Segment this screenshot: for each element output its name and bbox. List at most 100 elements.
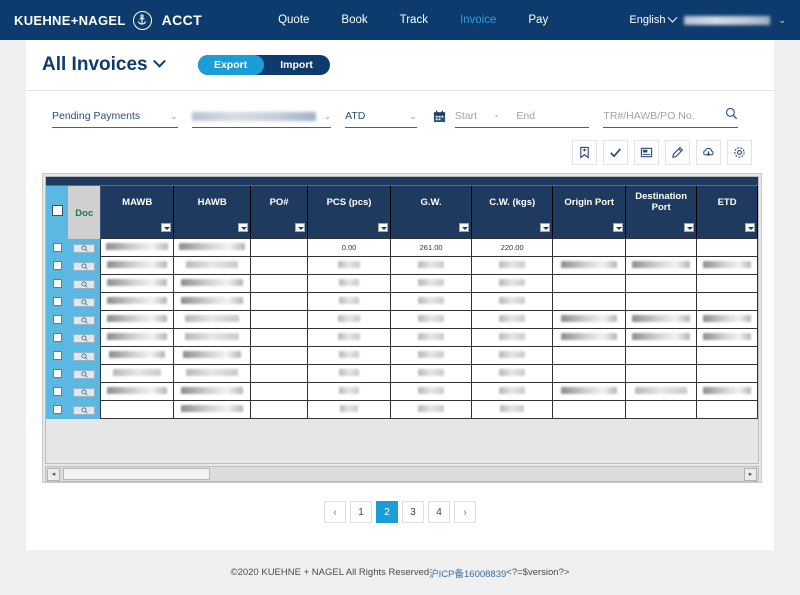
nav-item-book[interactable]: Book — [341, 14, 367, 26]
table-row[interactable] — [46, 347, 758, 365]
search-row-icon[interactable] — [73, 388, 95, 397]
scrollbar-thumb[interactable] — [63, 468, 210, 480]
status-filter[interactable]: Pending Payments ⌄ — [52, 105, 178, 128]
search-row-icon[interactable] — [73, 352, 95, 361]
filter-dropdown-icon[interactable] — [378, 223, 388, 232]
search-row-icon[interactable] — [73, 244, 95, 253]
filter-dropdown-icon[interactable] — [238, 223, 248, 232]
filter-dropdown-icon[interactable] — [540, 223, 550, 232]
column-filter-cw[interactable] — [472, 219, 553, 239]
row-checkbox[interactable] — [53, 369, 62, 378]
row-select-cell[interactable] — [46, 239, 68, 257]
row-select-cell[interactable] — [46, 347, 68, 365]
bookmark-icon[interactable] — [572, 140, 597, 165]
row-checkbox[interactable] — [53, 333, 62, 342]
row-doc-cell[interactable] — [68, 365, 100, 383]
note-icon[interactable] — [634, 140, 659, 165]
nav-item-invoice[interactable]: Invoice — [460, 14, 496, 26]
select-all-checkbox[interactable] — [52, 205, 63, 216]
table-row[interactable] — [46, 365, 758, 383]
row-select-cell[interactable] — [46, 257, 68, 275]
row-checkbox[interactable] — [53, 315, 62, 324]
page-title[interactable]: All Invoices — [42, 54, 164, 76]
toggle-import[interactable]: Import — [264, 55, 330, 75]
date-start-input[interactable]: Start — [455, 110, 477, 122]
account-chevron-down-icon[interactable]: ⌄ — [778, 15, 786, 26]
row-doc-cell[interactable] — [68, 293, 100, 311]
pagination-page-2[interactable]: 2 — [376, 501, 398, 523]
filter-dropdown-icon[interactable] — [161, 223, 171, 232]
column-filter-po[interactable] — [251, 219, 308, 239]
row-select-cell[interactable] — [46, 329, 68, 347]
row-checkbox[interactable] — [53, 351, 62, 360]
table-row[interactable] — [46, 401, 758, 419]
date-range-filter[interactable]: Start - End — [455, 105, 590, 128]
search-row-icon[interactable] — [73, 316, 95, 325]
language-selector[interactable]: English — [629, 14, 676, 26]
column-header-origin-port[interactable]: Origin Port — [553, 185, 626, 219]
nav-item-track[interactable]: Track — [400, 14, 428, 26]
row-checkbox[interactable] — [53, 297, 62, 306]
nav-item-quote[interactable]: Quote — [278, 14, 309, 26]
row-checkbox[interactable] — [53, 243, 62, 252]
column-header-gw[interactable]: G.W. — [391, 185, 472, 219]
table-row[interactable] — [46, 293, 758, 311]
row-select-cell[interactable] — [46, 401, 68, 419]
column-filter-etd[interactable] — [697, 219, 758, 239]
row-select-cell[interactable] — [46, 293, 68, 311]
select-all-cell[interactable] — [46, 185, 68, 239]
row-select-cell[interactable] — [46, 365, 68, 383]
table-row[interactable] — [46, 275, 758, 293]
row-select-cell[interactable] — [46, 311, 68, 329]
edit-icon[interactable] — [665, 140, 690, 165]
pagination-prev[interactable]: ‹ — [324, 501, 346, 523]
pagination-page-3[interactable]: 3 — [402, 501, 424, 523]
table-row[interactable] — [46, 383, 758, 401]
filter-dropdown-icon[interactable] — [295, 223, 305, 232]
column-filter-hawb[interactable] — [174, 219, 251, 239]
column-header-etd[interactable]: ETD — [697, 185, 758, 219]
footer-icp-link[interactable]: 沪ICP备16008839 — [429, 566, 506, 580]
row-doc-cell[interactable] — [68, 239, 100, 257]
filter-dropdown-icon[interactable] — [745, 223, 755, 232]
gear-icon[interactable] — [727, 140, 752, 165]
row-doc-cell[interactable] — [68, 275, 100, 293]
search-input[interactable]: TR#/HAWB/PO No. — [603, 110, 694, 122]
date-end-input[interactable]: End — [516, 110, 535, 122]
row-doc-cell[interactable] — [68, 329, 100, 347]
column-filter-destination-port[interactable] — [626, 219, 697, 239]
scroll-right-icon[interactable]: ▸ — [744, 468, 757, 481]
search-row-icon[interactable] — [73, 406, 95, 415]
row-doc-cell[interactable] — [68, 383, 100, 401]
search-row-icon[interactable] — [73, 298, 95, 307]
pagination-page-1[interactable]: 1 — [350, 501, 372, 523]
column-header-mawb[interactable]: MAWB — [101, 185, 174, 219]
search-icon[interactable] — [725, 107, 738, 125]
filter-dropdown-icon[interactable] — [459, 223, 469, 232]
column-filter-pcs[interactable] — [307, 219, 390, 239]
column-header-cw[interactable]: C.W. (kgs) — [472, 185, 553, 219]
pagination-next[interactable]: › — [454, 501, 476, 523]
search-row-icon[interactable] — [73, 280, 95, 289]
search-row-icon[interactable] — [73, 262, 95, 271]
horizontal-scrollbar[interactable]: ◂ ▸ — [45, 466, 759, 482]
search-row-icon[interactable] — [73, 334, 95, 343]
pagination-page-4[interactable]: 4 — [428, 501, 450, 523]
row-checkbox[interactable] — [53, 405, 62, 414]
table-row[interactable] — [46, 311, 758, 329]
row-select-cell[interactable] — [46, 383, 68, 401]
search-filter[interactable]: TR#/HAWB/PO No. — [603, 105, 738, 128]
company-filter[interactable]: ⌄ — [192, 105, 332, 128]
brand-logo[interactable]: KUEHNE+NAGEL ACCT — [14, 11, 202, 30]
calendar-icon[interactable] — [431, 105, 449, 128]
row-doc-cell[interactable] — [68, 311, 100, 329]
row-select-cell[interactable] — [46, 275, 68, 293]
search-row-icon[interactable] — [73, 370, 95, 379]
column-header-destination-port[interactable]: Destination Port — [626, 185, 697, 219]
table-row[interactable]: 0.00 261.00 220.00 — [46, 239, 758, 257]
scroll-left-icon[interactable]: ◂ — [47, 468, 60, 481]
table-row[interactable] — [46, 257, 758, 275]
cloud-download-icon[interactable] — [696, 140, 721, 165]
row-doc-cell[interactable] — [68, 401, 100, 419]
row-doc-cell[interactable] — [68, 347, 100, 365]
